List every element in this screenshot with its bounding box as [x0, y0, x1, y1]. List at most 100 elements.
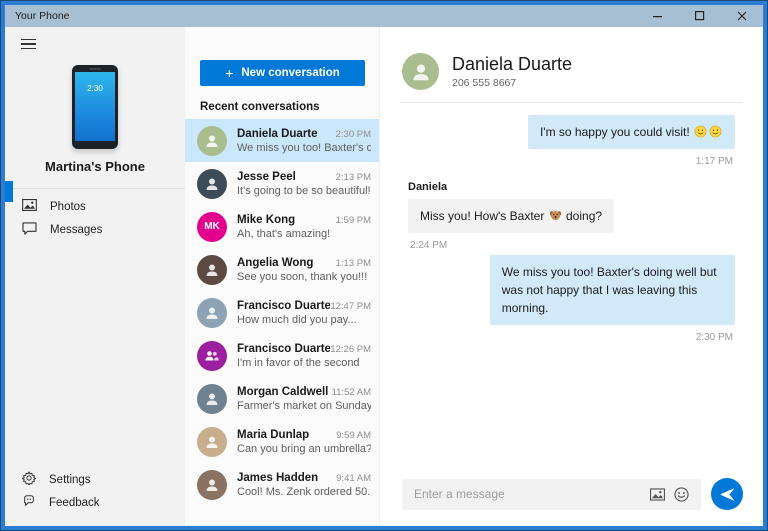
- conversation-name: Mike Kong: [237, 213, 296, 226]
- menu-icon[interactable]: [11, 31, 47, 57]
- incoming-message: Daniela Miss you! How's Baxter doing? 2:24…: [408, 171, 615, 255]
- nav-label: Feedback: [49, 496, 100, 509]
- group-avatar: [197, 340, 227, 371]
- conversation-time: 11:52 AM: [331, 386, 371, 398]
- message-thread: I'm so happy you could visit! 1:17 PM Dan…: [380, 103, 763, 478]
- device-name: Martina's Phone: [45, 159, 145, 174]
- contact-avatar[interactable]: [402, 53, 439, 90]
- avatar: [197, 383, 227, 414]
- conversation-time: 1:13 PM: [335, 257, 371, 269]
- sidebar: 2:30 Martina's Phone Photos Messages Sett…: [5, 27, 185, 526]
- minimize-button[interactable]: [637, 5, 679, 27]
- contact-phone: 206 555 8667: [452, 77, 517, 89]
- conversation-time: 2:13 PM: [335, 171, 371, 183]
- photos-icon: [22, 199, 37, 214]
- conversation-time: 1:59 PM: [335, 214, 371, 226]
- feedback-icon: [22, 494, 36, 511]
- message-bubble: I'm so happy you could visit!: [527, 115, 735, 149]
- conversation-name: James Hadden: [237, 471, 319, 484]
- avatar: [197, 125, 227, 156]
- message-sender: Daniela: [408, 181, 448, 193]
- sidebar-divider: [5, 188, 185, 189]
- message-timestamp: 2:30 PM: [695, 332, 733, 343]
- window-controls: [637, 5, 763, 27]
- conversation-preview: I'm in favor of the second: [237, 356, 360, 369]
- dog-emoji: [549, 210, 561, 221]
- avatar: [197, 469, 227, 500]
- outgoing-message: We miss you too! Baxter's doing well but…: [489, 255, 735, 347]
- outgoing-message: I'm so happy you could visit! 1:17 PM: [527, 115, 735, 171]
- message-timestamp: 1:17 PM: [695, 156, 733, 167]
- conversation-list-item[interactable]: Daniela Duarte 2:30 PM We miss you too! Ba…: [185, 119, 379, 162]
- phone-clock: 2:30: [87, 84, 103, 93]
- conversation-preview: Cool! Ms. Zenk ordered 50...: [237, 485, 371, 498]
- conversation-time: 12:47 PM: [330, 300, 371, 312]
- nav-label: Messages: [50, 223, 103, 236]
- message-bubble: Miss you! How's Baxter doing?: [408, 199, 615, 233]
- conversation-preview: Farmer's market on Sunday?: [237, 399, 371, 412]
- conversation-preview: How much did you pay...: [237, 313, 357, 326]
- plus-icon: +: [225, 65, 234, 81]
- phone-illustration: 2:30: [72, 65, 118, 149]
- conversation-name: Morgan Caldwell: [237, 385, 329, 398]
- your-phone-window: Your Phone 2:30 Martina's Phone Photos Me…: [0, 0, 768, 531]
- conversation-time: 12:26 PM: [330, 343, 371, 355]
- avatar: MK: [197, 211, 227, 242]
- sidebar-item-messages[interactable]: Messages: [5, 218, 185, 241]
- conversation-name: Francisco Duarte: [237, 299, 331, 312]
- sidebar-item-photos[interactable]: Photos: [5, 195, 185, 218]
- message-input-wrap: [402, 478, 701, 510]
- contact-name: Daniela Duarte: [452, 54, 573, 74]
- avatar: [197, 254, 227, 285]
- avatar: [197, 297, 227, 328]
- new-conversation-button[interactable]: + New conversation: [200, 60, 365, 86]
- conversation-time: 9:41 AM: [336, 472, 371, 484]
- conversation-time: 9:59 AM: [336, 429, 371, 441]
- conversation-list-item[interactable]: James Hadden 9:41 AM Cool! Ms. Zenk ordere…: [185, 463, 379, 506]
- conversation-list-item[interactable]: Francisco Duarte, Dani...12:26 PMI'm in …: [185, 334, 379, 377]
- message-input[interactable]: [414, 487, 645, 501]
- conversation-list-item[interactable]: Maria Dunlap 9:59 AM Can you bring an umbr…: [185, 420, 379, 463]
- smiley-emoji: [694, 125, 707, 138]
- conversation-list-item[interactable]: Francisco Duarte 12:47 PM How much did you…: [185, 291, 379, 334]
- conversation-list-item[interactable]: MK Mike Kong 1:59 PM Ah, that's amazing!: [185, 205, 379, 248]
- conversation-preview: We miss you too! Baxter's doing ...: [237, 141, 371, 154]
- nav-label: Photos: [50, 200, 86, 213]
- message-bubble: We miss you too! Baxter's doing well but…: [489, 255, 735, 325]
- conversation-list-item[interactable]: Jesse Peel 2:13 PM It's going to be so bea…: [185, 162, 379, 205]
- send-button[interactable]: [711, 478, 743, 510]
- conversation-preview: It's going to be so beautiful!: [237, 184, 371, 197]
- conversation-name: Daniela Duarte: [237, 127, 318, 140]
- smiley-emoji: [709, 125, 722, 138]
- avatar: [197, 426, 227, 457]
- conversation-time: 2:30 PM: [335, 128, 371, 140]
- conversation-name: Jesse Peel: [237, 170, 296, 183]
- conversation-preview: See you soon, thank you!!!: [237, 270, 368, 283]
- chat-panel: Daniela Duarte 206 555 8667 I'm so happy…: [379, 27, 763, 526]
- conversation-name: Maria Dunlap: [237, 428, 310, 441]
- titlebar: Your Phone: [5, 5, 763, 27]
- close-button[interactable]: [721, 5, 763, 27]
- message-timestamp: 2:24 PM: [410, 240, 448, 251]
- recent-conversations-header: Recent conversations: [200, 101, 320, 113]
- sidebar-item-feedback[interactable]: Feedback: [5, 491, 185, 514]
- nav-label: Settings: [49, 473, 91, 486]
- conversation-preview: Ah, that's amazing!: [237, 227, 331, 240]
- maximize-button[interactable]: [679, 5, 721, 27]
- messages-icon: [22, 221, 37, 238]
- conversation-list-item[interactable]: Morgan Caldwell 11:52 AM Farmer's market o…: [185, 377, 379, 420]
- gear-icon: [21, 471, 37, 488]
- conversation-list-panel: + New conversation Recent conversations …: [185, 27, 379, 526]
- conversation-name: Angelia Wong: [237, 256, 314, 269]
- conversation-preview: Can you bring an umbrella?: [237, 442, 371, 455]
- emoji-picker-icon[interactable]: [669, 482, 693, 506]
- conversation-list-item[interactable]: Angelia Wong 1:13 PM See you soon, thank y…: [185, 248, 379, 291]
- conversation-name: Francisco Duarte, Dani...: [237, 342, 331, 355]
- attach-image-icon[interactable]: [645, 482, 669, 506]
- sidebar-item-settings[interactable]: Settings: [5, 468, 185, 491]
- send-icon: [720, 488, 734, 500]
- window-title: Your Phone: [15, 10, 70, 22]
- avatar: [197, 168, 227, 199]
- selected-nav-indicator: [5, 181, 13, 202]
- chat-header: Daniela Duarte 206 555 8667: [380, 27, 763, 102]
